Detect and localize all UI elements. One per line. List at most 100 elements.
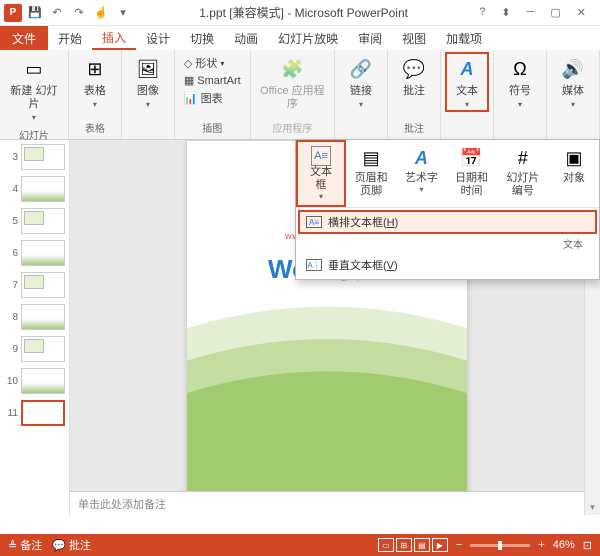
undo-icon[interactable]: ↶ bbox=[48, 4, 66, 22]
slide-thumbnail[interactable]: 8 bbox=[4, 304, 65, 330]
qat-more-icon[interactable]: ▾ bbox=[114, 4, 132, 22]
zoom-level[interactable]: 46% bbox=[553, 539, 575, 551]
save-icon[interactable]: 💾 bbox=[26, 4, 44, 22]
reading-view-button[interactable]: ▤ bbox=[414, 538, 430, 552]
chevron-down-icon: ▾ bbox=[518, 100, 522, 109]
group-comment: 批注 bbox=[392, 118, 436, 137]
slide-preview[interactable] bbox=[21, 272, 65, 298]
slide-thumbnail[interactable]: 5 bbox=[4, 208, 65, 234]
zoom-slider[interactable] bbox=[470, 544, 530, 547]
tab-design[interactable]: 设计 bbox=[136, 26, 180, 50]
office-apps-icon: 🧩 bbox=[278, 55, 306, 83]
normal-view-button[interactable]: ▭ bbox=[378, 538, 394, 552]
ribbon-options-icon[interactable]: ⬍ bbox=[497, 4, 514, 21]
slide-thumbnail[interactable]: 10 bbox=[4, 368, 65, 394]
image-button[interactable]: 🖼 图像 ▾ bbox=[126, 52, 170, 112]
ribbon: ▭ 新建 幻灯片 ▾ 幻灯片 ⊞ 表格 ▾ 表格 🖼 图像 ▾ bbox=[0, 50, 600, 140]
slide-preview[interactable] bbox=[21, 176, 65, 202]
minimize-icon[interactable]: ─ bbox=[523, 4, 539, 21]
new-slide-icon: ▭ bbox=[20, 55, 48, 83]
slide-number: 11 bbox=[4, 408, 18, 419]
text-gallery-dropdown: A≡ 文本框 ▾ ▤ 页眉和页脚 A 艺术字 ▾ 📅 日期和时间 # 幻灯片 编… bbox=[295, 139, 600, 280]
link-icon: 🔗 bbox=[347, 55, 375, 83]
slide-thumbnails-panel[interactable]: 3 4 5 6 7 8 9 10 11 bbox=[0, 140, 70, 515]
sorter-view-button[interactable]: ⊞ bbox=[396, 538, 412, 552]
link-button[interactable]: 🔗 链接 ▾ bbox=[339, 52, 383, 112]
slide-thumbnail[interactable]: 3 bbox=[4, 144, 65, 170]
redo-icon[interactable]: ↷ bbox=[70, 4, 88, 22]
datetime-button[interactable]: 📅 日期和时间 bbox=[446, 140, 496, 207]
slide-thumbnail[interactable]: 9 bbox=[4, 336, 65, 362]
symbol-button[interactable]: Ω 符号 ▾ bbox=[498, 52, 542, 112]
slide-number: 4 bbox=[4, 184, 18, 195]
title-bar: P 💾 ↶ ↷ ☝ ▾ 1.ppt [兼容模式] - Microsoft Pow… bbox=[0, 0, 600, 26]
zoom-out-button[interactable]: − bbox=[456, 539, 462, 551]
header-footer-icon: ▤ bbox=[357, 144, 385, 172]
slideshow-view-button[interactable]: ▶ bbox=[432, 538, 448, 552]
slide-number-icon: # bbox=[509, 144, 537, 172]
chevron-down-icon: ▾ bbox=[146, 100, 150, 109]
tab-insert[interactable]: 插入 bbox=[92, 26, 136, 50]
slide-thumbnail[interactable]: 7 bbox=[4, 272, 65, 298]
tab-transition[interactable]: 切换 bbox=[180, 26, 224, 50]
zoom-handle[interactable] bbox=[498, 541, 502, 550]
object-icon: ▣ bbox=[560, 144, 588, 172]
notes-pane[interactable]: 单击此处添加备注 bbox=[70, 491, 584, 515]
notes-placeholder: 单击此处添加备注 bbox=[78, 496, 166, 512]
tab-review[interactable]: 审阅 bbox=[348, 26, 392, 50]
new-slide-button[interactable]: ▭ 新建 幻灯片 ▾ bbox=[4, 52, 64, 125]
tab-addin[interactable]: 加载项 bbox=[436, 26, 492, 50]
shapes-button[interactable]: ◇形状▾ bbox=[181, 54, 244, 72]
text-button[interactable]: A 文本 ▾ bbox=[445, 52, 489, 112]
ribbon-tabs: 文件 开始 插入 设计 切换 动画 幻灯片放映 审阅 视图 加载项 bbox=[0, 26, 600, 50]
tab-file[interactable]: 文件 bbox=[0, 26, 48, 50]
smartart-button[interactable]: ▦SmartArt bbox=[181, 73, 244, 88]
object-button[interactable]: ▣ 对象 bbox=[549, 140, 599, 207]
textbox-icon: A≡ bbox=[311, 146, 331, 166]
slide-preview[interactable] bbox=[21, 368, 65, 394]
symbol-icon: Ω bbox=[506, 55, 534, 83]
media-icon: 🔊 bbox=[559, 55, 587, 83]
slide-number-button[interactable]: # 幻灯片 编号 bbox=[497, 140, 549, 207]
textbox-button[interactable]: A≡ 文本框 ▾ bbox=[296, 140, 346, 207]
maximize-icon[interactable]: ▢ bbox=[546, 4, 564, 21]
comment-button[interactable]: 💬 批注 bbox=[392, 52, 436, 101]
status-comments[interactable]: 💬批注 bbox=[52, 537, 91, 553]
document-title: 1.ppt [兼容模式] - Microsoft PowerPoint bbox=[132, 4, 475, 21]
slide-number: 6 bbox=[4, 248, 18, 259]
media-button[interactable]: 🔊 媒体 ▾ bbox=[551, 52, 595, 112]
slide-preview[interactable] bbox=[21, 240, 65, 266]
slide-preview[interactable] bbox=[21, 304, 65, 330]
status-notes[interactable]: ≜备注 bbox=[8, 537, 42, 553]
slide-thumbnail[interactable]: 11 bbox=[4, 400, 65, 426]
slide-preview[interactable] bbox=[21, 208, 65, 234]
tab-animation[interactable]: 动画 bbox=[224, 26, 268, 50]
scroll-down-icon[interactable]: ▾ bbox=[590, 502, 595, 513]
close-icon[interactable]: ✕ bbox=[573, 4, 590, 21]
tab-view[interactable]: 视图 bbox=[392, 26, 436, 50]
status-bar: ≜备注 💬批注 ▭ ⊞ ▤ ▶ − + 46% ⊡ bbox=[0, 534, 600, 556]
notes-icon: ≜ bbox=[8, 539, 17, 552]
vertical-textbox-item[interactable]: A⋮ 垂直文本框(V) bbox=[298, 253, 597, 277]
slide-number: 7 bbox=[4, 280, 18, 291]
tab-slideshow[interactable]: 幻灯片放映 bbox=[268, 26, 348, 50]
office-apps-button[interactable]: 🧩 Office 应用程序 bbox=[255, 52, 330, 114]
touch-icon[interactable]: ☝ bbox=[92, 4, 110, 22]
slide-preview[interactable] bbox=[21, 336, 65, 362]
header-footer-button[interactable]: ▤ 页眉和页脚 bbox=[346, 140, 396, 207]
wordart-icon: A bbox=[407, 144, 435, 172]
tab-home[interactable]: 开始 bbox=[48, 26, 92, 50]
horizontal-textbox-item[interactable]: A≡ 横排文本框(H) bbox=[298, 210, 597, 234]
slide-number: 9 bbox=[4, 344, 18, 355]
chevron-down-icon: ▾ bbox=[93, 100, 97, 109]
fit-to-window-button[interactable]: ⊡ bbox=[583, 539, 592, 552]
chart-button[interactable]: 📊图表 bbox=[181, 89, 244, 107]
zoom-in-button[interactable]: + bbox=[538, 539, 544, 551]
wordart-button[interactable]: A 艺术字 ▾ bbox=[396, 140, 446, 207]
slide-preview[interactable] bbox=[21, 144, 65, 170]
table-button[interactable]: ⊞ 表格 ▾ bbox=[73, 52, 117, 112]
slide-preview[interactable] bbox=[21, 400, 65, 426]
slide-thumbnail[interactable]: 6 bbox=[4, 240, 65, 266]
help-icon[interactable]: ? bbox=[475, 4, 489, 21]
slide-thumbnail[interactable]: 4 bbox=[4, 176, 65, 202]
